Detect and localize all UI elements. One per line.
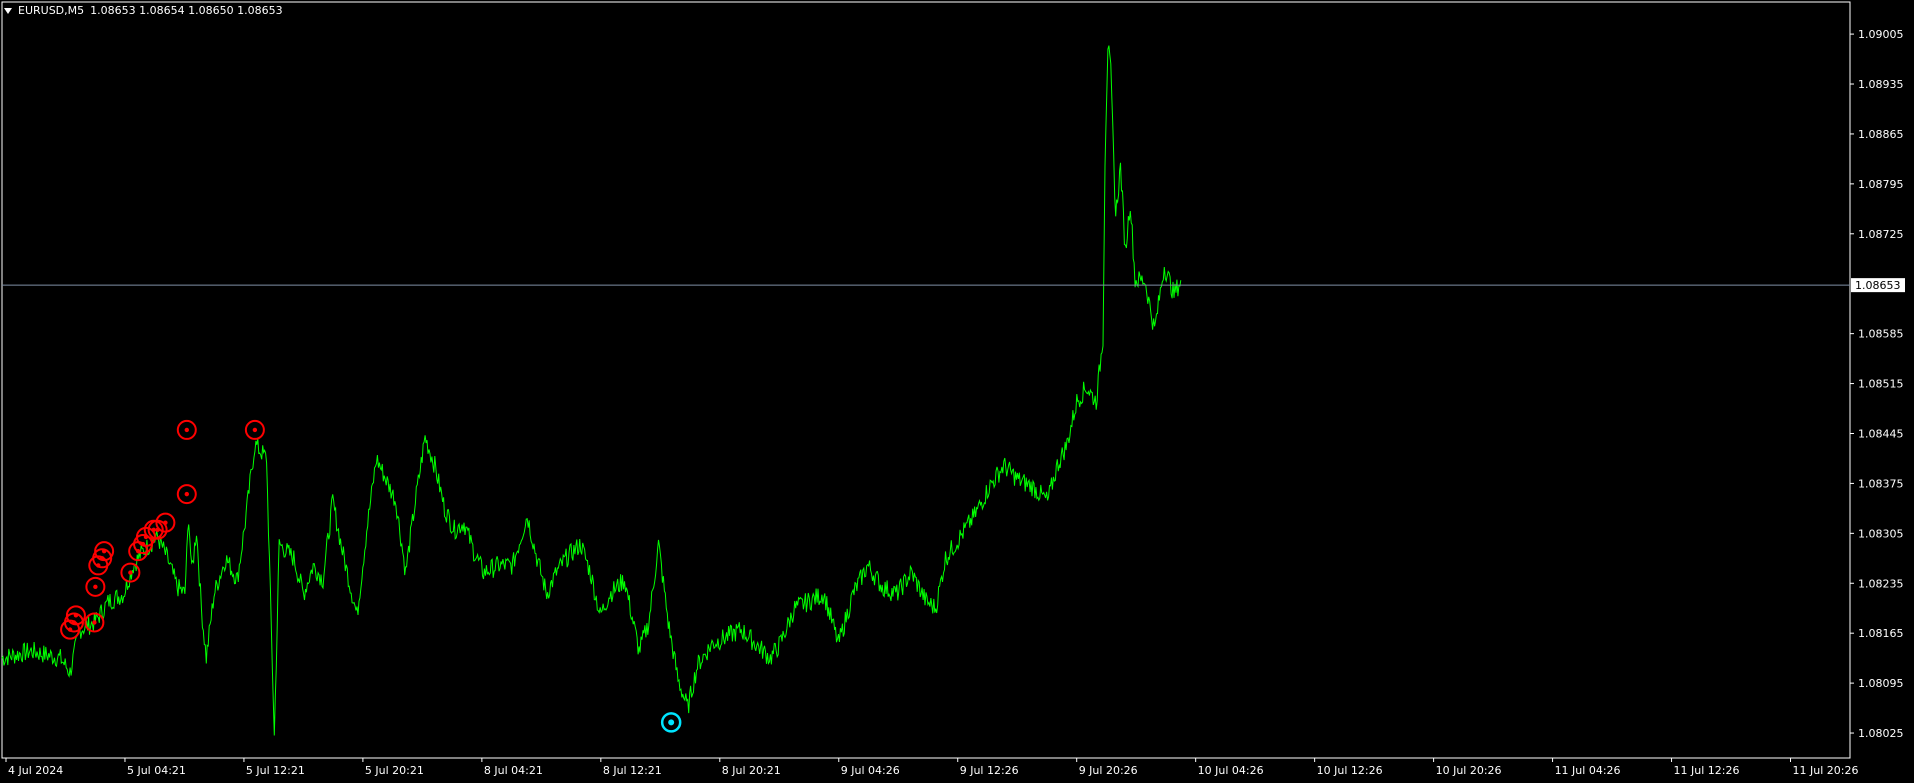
x-tick-label: 9 Jul 12:26	[960, 764, 1019, 777]
price-series-line	[1, 45, 1182, 736]
x-tick-label: 8 Jul 04:21	[484, 764, 543, 777]
y-tick-label: 1.08515	[1858, 378, 1904, 391]
x-tick-label: 11 Jul 20:26	[1792, 764, 1858, 777]
y-tick-label: 1.08305	[1858, 527, 1904, 540]
y-tick-label: 1.08165	[1858, 627, 1904, 640]
sell-signal-dot	[92, 620, 97, 625]
sell-signal-dot	[252, 427, 258, 433]
price-chart[interactable]: 1.09005 1.08935 1.08865 1.08795 1.08725 1.085…	[0, 0, 1914, 783]
x-tick-label: 9 Jul 04:26	[841, 764, 900, 777]
y-tick-label: 1.08935	[1858, 78, 1904, 91]
sell-signal-dot	[184, 427, 189, 433]
y-tick-label: 1.08445	[1858, 427, 1904, 440]
y-tick-label: 1.08725	[1858, 228, 1904, 241]
x-tick-label: 11 Jul 04:26	[1555, 764, 1621, 777]
x-tick-label: 5 Jul 20:21	[365, 764, 424, 777]
sell-signal-dot	[101, 548, 107, 554]
x-tick-label: 8 Jul 12:21	[603, 764, 662, 777]
plot-frame	[1, 1, 1851, 759]
x-tick-label: 5 Jul 04:21	[127, 764, 186, 777]
x-tick-label: 8 Jul 20:21	[722, 764, 781, 777]
x-tick-label: 10 Jul 12:26	[1317, 764, 1383, 777]
y-tick-label: 1.08025	[1858, 727, 1904, 740]
y-tick-label: 1.08795	[1858, 178, 1904, 191]
x-tick-label: 9 Jul 20:26	[1079, 764, 1138, 777]
x-tick-label: 4 Jul 2024	[8, 764, 63, 777]
x-tick-label: 5 Jul 12:21	[246, 764, 305, 777]
y-tick-label: 1.08095	[1858, 677, 1904, 690]
sell-signal-dot	[184, 491, 189, 497]
sell-signal-dot	[93, 584, 98, 590]
sell-signal-dot	[128, 570, 133, 575]
y-tick-label: 1.08865	[1858, 128, 1904, 141]
x-tick-label: 10 Jul 20:26	[1436, 764, 1502, 777]
sell-signal-dot	[151, 527, 156, 532]
x-tick-label: 10 Jul 04:26	[1198, 764, 1264, 777]
buy-signal-dot	[668, 719, 675, 726]
sell-signal-dot	[163, 520, 168, 525]
y-tick-label: 1.08375	[1858, 477, 1904, 490]
current-price-label: 1.08653	[1855, 279, 1901, 292]
sell-signal-dot	[73, 613, 79, 618]
y-tick-label: 1.09005	[1858, 28, 1904, 41]
y-tick-label: 1.08585	[1858, 328, 1904, 341]
y-tick-label: 1.08235	[1858, 577, 1904, 590]
x-tick-label: 11 Jul 12:26	[1674, 764, 1740, 777]
chart-window[interactable]: EURUSD,M5 1.08653 1.08654 1.08650 1.0865…	[0, 0, 1914, 783]
